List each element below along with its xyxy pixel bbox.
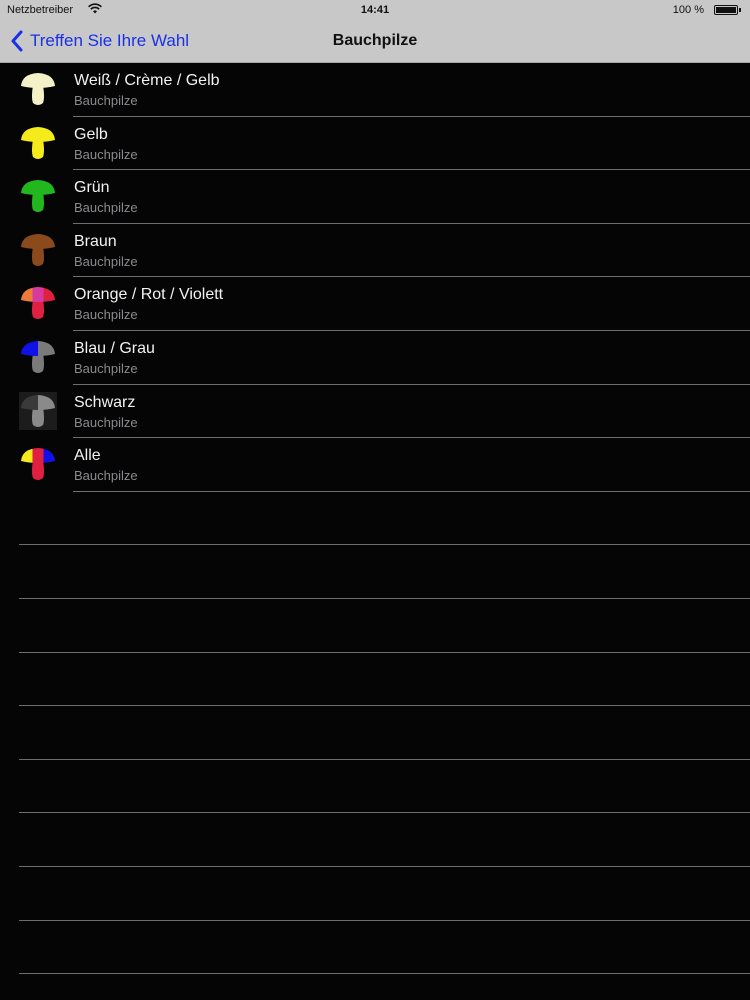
category-list: Weiß / Crème / Gelb Bauchpilze Gelb Bauchpi… xyxy=(0,63,750,492)
list-item-title: Alle xyxy=(74,447,101,465)
list-item-subtitle: Bauchpilze xyxy=(74,468,138,484)
status-bar: Netzbetreiber 14:41 100 % xyxy=(0,0,750,20)
list-item[interactable]: Grün Bauchpilze xyxy=(0,170,750,224)
list-item-subtitle: Bauchpilze xyxy=(74,146,138,162)
mushroom-blue-grey-icon xyxy=(19,338,57,376)
list-item-subtitle: Bauchpilze xyxy=(74,93,138,108)
list-item[interactable]: Weiß / Crème / Gelb Bauchpilze xyxy=(0,63,750,117)
list-item-title: Schwarz xyxy=(74,393,136,411)
mushroom-black-icon xyxy=(19,391,57,430)
empty-row-separator xyxy=(19,866,750,867)
empty-row-separator xyxy=(19,705,750,707)
clock: 14:41 xyxy=(360,4,390,16)
list-item-subtitle: Bauchpilze xyxy=(74,200,138,216)
list-item-title: Braun xyxy=(74,232,117,250)
list-item[interactable]: Blau / Grau Bauchpilze xyxy=(0,331,750,385)
list-item[interactable]: Alle Bauchpilze xyxy=(0,438,750,492)
list-item-title: Weiß / Crème / Gelb xyxy=(74,72,220,89)
list-item-subtitle: Bauchpilze xyxy=(74,253,138,269)
empty-row-separator xyxy=(19,598,750,599)
list-item[interactable]: Braun Bauchpilze xyxy=(0,224,750,278)
battery-icon xyxy=(714,5,741,15)
list-item[interactable]: Orange / Rot / Violett Bauchpilze xyxy=(0,277,750,331)
list-item-subtitle: Bauchpilze xyxy=(74,360,138,376)
list-item-subtitle: Bauchpilze xyxy=(74,307,138,323)
empty-row-separator xyxy=(19,973,750,975)
mushroom-yellow-icon xyxy=(19,124,57,162)
page-title: Bauchpilze xyxy=(332,32,418,49)
mushroom-white-cream-yellow-icon xyxy=(19,70,57,108)
mushroom-all-colors-icon xyxy=(19,445,57,483)
empty-row-separator xyxy=(19,812,750,814)
list-item-title: Gelb xyxy=(74,125,108,143)
list-item-title: Grün xyxy=(74,179,110,197)
mushroom-green-icon xyxy=(19,177,57,215)
mushroom-brown-icon xyxy=(19,231,57,269)
mushroom-orange-red-violet-icon xyxy=(19,284,57,322)
empty-row-separator xyxy=(19,651,750,653)
list-item-title: Orange / Rot / Violett xyxy=(74,286,224,304)
battery-percentage: 100 % xyxy=(672,4,704,16)
empty-row-separator xyxy=(19,544,750,546)
empty-row-separator xyxy=(19,919,750,921)
list-item[interactable]: Schwarz Bauchpilze xyxy=(0,385,750,439)
list-item-subtitle: Bauchpilze xyxy=(74,414,138,430)
list-item[interactable]: Gelb Bauchpilze xyxy=(0,117,750,171)
empty-row-separator xyxy=(19,758,750,760)
row-separator xyxy=(73,490,750,492)
list-item-title: Blau / Grau xyxy=(74,339,155,357)
navigation-bar: Treffen Sie Ihre Wahl Bauchpilze xyxy=(0,20,750,63)
